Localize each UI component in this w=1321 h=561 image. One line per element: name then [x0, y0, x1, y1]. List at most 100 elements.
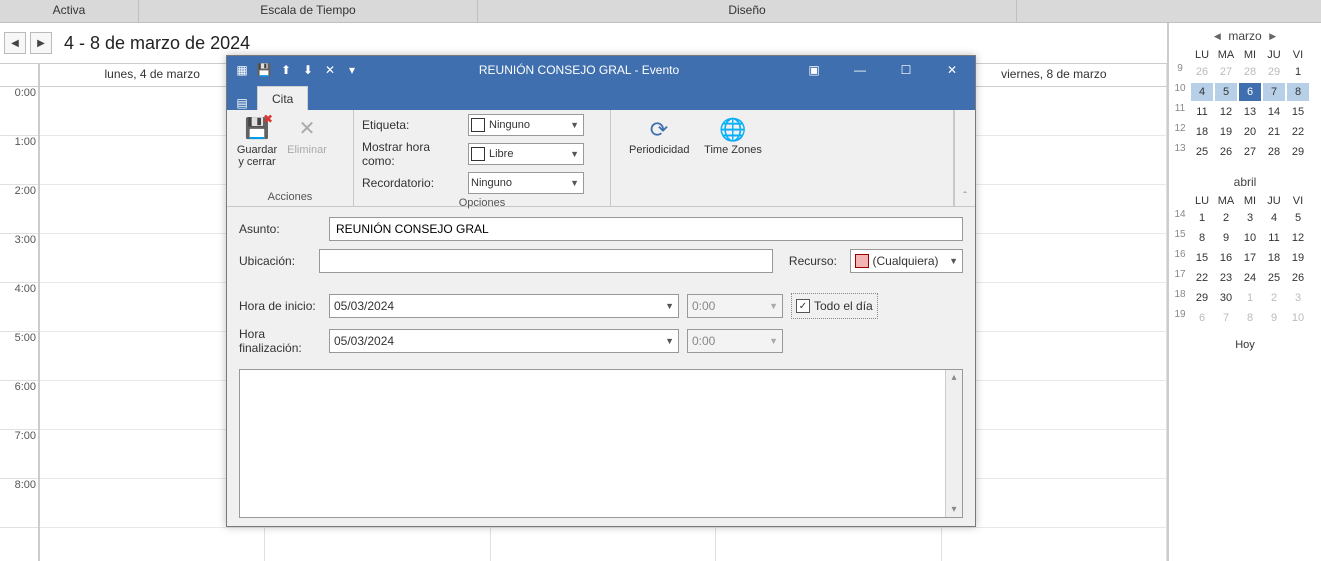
today-button[interactable]: Hoy — [1171, 339, 1319, 351]
calendar-day[interactable]: 10 — [1287, 309, 1309, 327]
calendar-day[interactable]: 26 — [1215, 143, 1237, 161]
calendar-day[interactable]: 12 — [1215, 103, 1237, 121]
next-week-button[interactable]: ▶ — [30, 32, 52, 54]
calendar-day[interactable]: 9 — [1263, 309, 1285, 327]
maximize-button[interactable]: ☐ — [883, 56, 929, 84]
calendar-day[interactable]: 6 — [1239, 83, 1261, 101]
calendar-day[interactable]: 18 — [1263, 249, 1285, 267]
save-close-button[interactable]: 💾✖ Guardar y cerrar — [235, 114, 279, 168]
tab-cita[interactable]: Cita — [257, 86, 308, 110]
calendar-day[interactable]: 7 — [1215, 309, 1237, 327]
calendar-day[interactable]: 13 — [1239, 103, 1261, 121]
mostrar-combo[interactable]: Libre▼ — [468, 143, 584, 165]
calendar-day[interactable]: 26 — [1287, 269, 1309, 287]
week-number: 14 — [1171, 209, 1189, 227]
calendar-day[interactable]: 16 — [1215, 249, 1237, 267]
calendar-day[interactable]: 4 — [1263, 209, 1285, 227]
calendar-day[interactable]: 29 — [1263, 63, 1285, 81]
timezones-button[interactable]: 🌐 Time Zones — [703, 116, 763, 156]
periodicidad-button[interactable]: ⟳ Periodicidad — [629, 116, 689, 156]
calendar-day[interactable]: 3 — [1287, 289, 1309, 307]
ribbon-tab-escala[interactable]: Escala de Tiempo — [139, 0, 478, 22]
calendar-day[interactable]: 28 — [1263, 143, 1285, 161]
time-label: 4:00 — [0, 283, 38, 332]
inicio-date[interactable]: 05/03/2024▼ — [329, 294, 679, 318]
calendar-day[interactable]: 15 — [1287, 103, 1309, 121]
calendar-day[interactable]: 12 — [1287, 229, 1309, 247]
calendar-day[interactable]: 25 — [1191, 143, 1213, 161]
asunto-input[interactable] — [329, 217, 963, 241]
calendar-day[interactable]: 26 — [1191, 63, 1213, 81]
calendar-day[interactable]: 18 — [1191, 123, 1213, 141]
etiqueta-combo[interactable]: Ninguno▼ — [468, 114, 584, 136]
delete-button[interactable]: ✕ Eliminar — [285, 114, 329, 156]
weekday-header: LU — [1191, 195, 1213, 207]
calendar-day[interactable]: 5 — [1215, 83, 1237, 101]
close-button[interactable]: ✕ — [929, 56, 975, 84]
calendar-day[interactable]: 20 — [1239, 123, 1261, 141]
prev-week-button[interactable]: ◀ — [4, 32, 26, 54]
inicio-time: 0:00▼ — [687, 294, 783, 318]
app-icon: ▦ — [233, 61, 251, 79]
calendar-day[interactable]: 10 — [1239, 229, 1261, 247]
calendar-day[interactable]: 24 — [1239, 269, 1261, 287]
prev-month-button[interactable]: ◀ — [1212, 31, 1222, 42]
calendar-day[interactable]: 8 — [1287, 83, 1309, 101]
weekday-header: VI — [1287, 195, 1309, 207]
minimize-button[interactable]: — — [837, 56, 883, 84]
calendar-day[interactable]: 21 — [1263, 123, 1285, 141]
allday-checkbox[interactable]: ✓Todo el día — [791, 293, 878, 319]
chevron-down-icon[interactable]: ▾ — [343, 61, 361, 79]
calendar-day[interactable]: 15 — [1191, 249, 1213, 267]
calendar-day[interactable]: 11 — [1191, 103, 1213, 121]
calendar-day[interactable]: 4 — [1191, 83, 1213, 101]
calendar-day[interactable]: 22 — [1191, 269, 1213, 287]
notes-textarea[interactable]: ▴▾ — [239, 369, 963, 518]
calendar-day[interactable]: 5 — [1287, 209, 1309, 227]
ribbon-collapse-icon[interactable]: ˆ — [954, 110, 975, 206]
pin-icon[interactable]: ▣ — [791, 56, 837, 84]
ubicacion-input[interactable] — [319, 249, 773, 273]
calendar-day[interactable]: 14 — [1263, 103, 1285, 121]
dialog-titlebar[interactable]: ▦ 💾 ⬆ ⬇ ✕ ▾ REUNIÓN CONSEJO GRAL - Event… — [227, 56, 975, 84]
calendar-day[interactable]: 11 — [1263, 229, 1285, 247]
calendar-day[interactable]: 27 — [1239, 143, 1261, 161]
calendar-day[interactable]: 9 — [1215, 229, 1237, 247]
save-icon[interactable]: 💾 — [255, 61, 273, 79]
calendar-day[interactable]: 1 — [1287, 63, 1309, 81]
calendar-day[interactable]: 29 — [1191, 289, 1213, 307]
next-month-button[interactable]: ▶ — [1268, 31, 1278, 42]
ribbon-tab-diseno[interactable]: Diseño — [478, 0, 1017, 22]
calendar-day[interactable]: 1 — [1239, 289, 1261, 307]
calendar-day[interactable]: 19 — [1287, 249, 1309, 267]
calendar-day[interactable]: 7 — [1263, 83, 1285, 101]
recurso-combo[interactable]: (Cualquiera)▼ — [850, 249, 963, 273]
calendar-day[interactable]: 1 — [1191, 209, 1213, 227]
fin-date[interactable]: 05/03/2024▼ — [329, 329, 679, 353]
calendar-day[interactable]: 23 — [1215, 269, 1237, 287]
notes-scrollbar[interactable]: ▴▾ — [945, 370, 962, 517]
calendar-day[interactable]: 19 — [1215, 123, 1237, 141]
calendar-day[interactable]: 30 — [1215, 289, 1237, 307]
calendar-day[interactable]: 3 — [1239, 209, 1261, 227]
calendar-day[interactable]: 8 — [1239, 309, 1261, 327]
calendar-day[interactable]: 27 — [1215, 63, 1237, 81]
calendar-day[interactable]: 2 — [1215, 209, 1237, 227]
calendar-day[interactable]: 8 — [1191, 229, 1213, 247]
calendar-day[interactable]: 25 — [1263, 269, 1285, 287]
calendar-day[interactable]: 2 — [1263, 289, 1285, 307]
recordatorio-combo[interactable]: Ninguno▼ — [468, 172, 584, 194]
ribbon-tab-activa[interactable]: Activa — [0, 0, 139, 22]
calendar-day[interactable]: 28 — [1239, 63, 1261, 81]
calendar-day[interactable]: 6 — [1191, 309, 1213, 327]
week-number: 12 — [1171, 123, 1189, 141]
calendar-day[interactable]: 29 — [1287, 143, 1309, 161]
week-number: 18 — [1171, 289, 1189, 307]
arrow-up-icon[interactable]: ⬆ — [277, 61, 295, 79]
arrow-down-icon[interactable]: ⬇ — [299, 61, 317, 79]
calendar-day[interactable]: 17 — [1239, 249, 1261, 267]
recordatorio-label: Recordatorio: — [362, 176, 462, 190]
calendar-day[interactable]: 22 — [1287, 123, 1309, 141]
close-small-icon[interactable]: ✕ — [321, 61, 339, 79]
view-switch-icon[interactable]: ▤ — [227, 96, 257, 110]
